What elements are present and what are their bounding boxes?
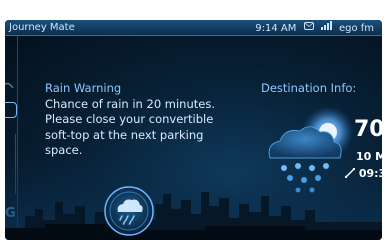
status-bar: Journey Mate 9:14 AM ego fm xyxy=(5,20,382,36)
arrival-info: 09:36 xyxy=(344,167,382,181)
signal-icon xyxy=(320,20,332,35)
warning-line: Chance of rain in 20 minutes. xyxy=(45,97,215,111)
rail-item-selected[interactable] xyxy=(5,102,17,118)
main-screen: G Rain Warning Chance of rain in 20 minu… xyxy=(5,34,382,240)
route-icon xyxy=(344,167,356,181)
warning-line: soft-top at the next parking xyxy=(45,127,204,142)
arrival-time: 09:36 xyxy=(358,167,382,180)
warning-line: space. xyxy=(45,142,83,157)
status-time: 9:14 AM xyxy=(255,22,297,34)
status-right: 9:14 AM ego fm xyxy=(251,20,374,36)
app-title: Journey Mate xyxy=(9,22,75,33)
warning-message: Chance of rain in 20 minutes. Please clo… xyxy=(45,97,215,158)
cloud-rain-icon xyxy=(104,186,154,236)
radio-station: ego fm xyxy=(338,22,374,34)
sun-cloud-rain-icon xyxy=(268,106,354,193)
destination-temperature: 70° xyxy=(354,117,382,142)
destination-title: Destination Info: xyxy=(261,81,357,95)
rail-item-top[interactable] xyxy=(5,79,15,89)
message-icon xyxy=(303,20,314,35)
destination-wind: 10 MP xyxy=(356,150,382,163)
rain-warning-button[interactable] xyxy=(103,185,155,237)
warning-line: Please close your convertible xyxy=(45,112,214,127)
display-frame: Journey Mate 9:14 AM ego fm G xyxy=(5,20,382,240)
warning-title: Rain Warning xyxy=(45,81,122,95)
